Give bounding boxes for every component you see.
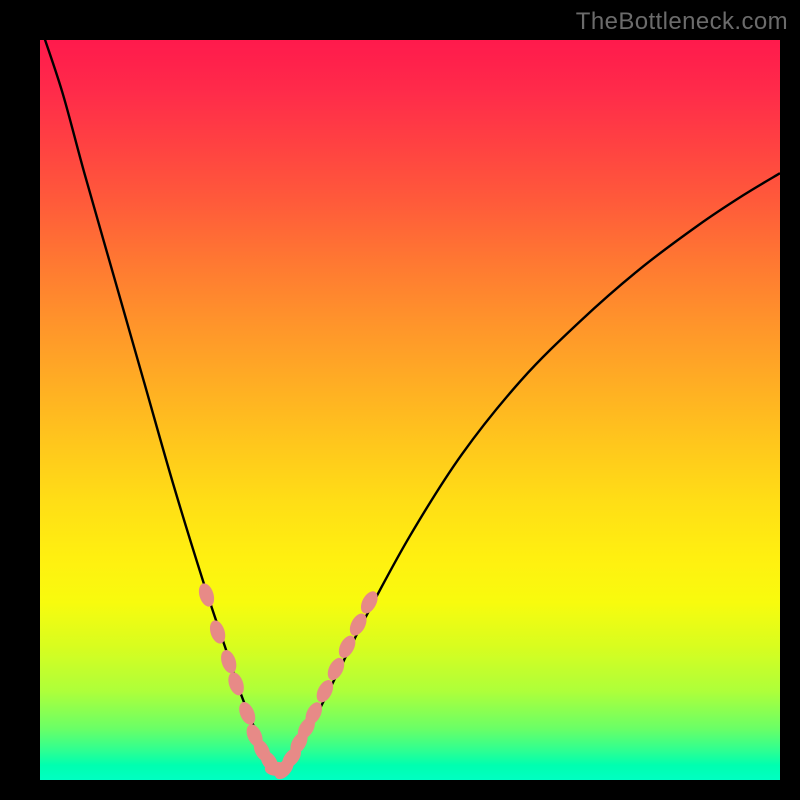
data-marker: [196, 581, 217, 608]
watermark-label: TheBottleneck.com: [576, 8, 788, 36]
data-marker: [236, 700, 258, 728]
data-marker: [207, 618, 228, 645]
plot-area: [40, 40, 780, 780]
chart-frame: TheBottleneck.com: [0, 0, 800, 800]
data-marker: [225, 670, 246, 697]
curve-svg: [40, 40, 780, 780]
bottleneck-curve: [40, 40, 780, 773]
data-marker: [218, 648, 239, 675]
